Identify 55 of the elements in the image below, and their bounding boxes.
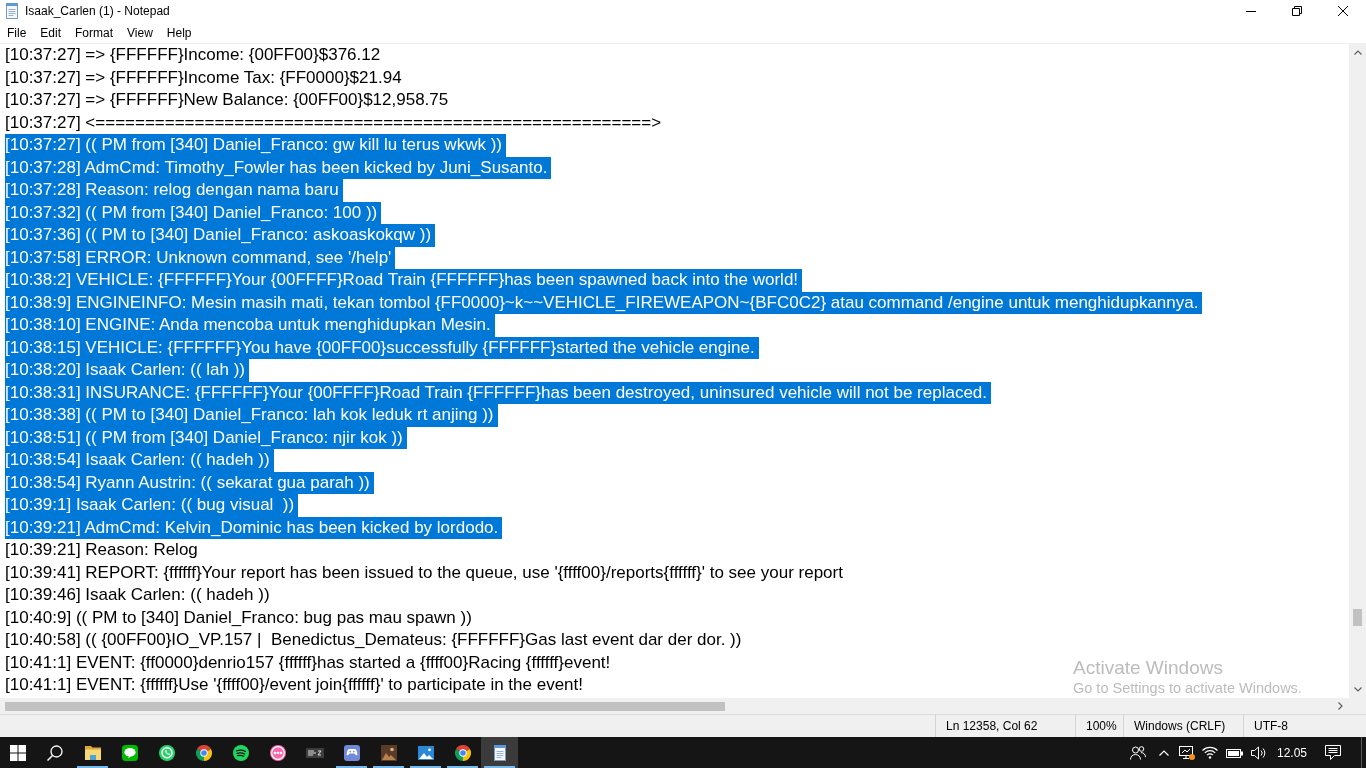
picture-icon bbox=[380, 744, 397, 761]
clock[interactable]: 12.05 bbox=[1277, 745, 1307, 760]
chat-bubble-icon bbox=[121, 744, 138, 761]
activation-title: Activate Windows bbox=[1073, 657, 1224, 679]
ring-icon bbox=[269, 744, 286, 761]
cursor-position: Ln 12358, Col 62 bbox=[946, 719, 1038, 733]
horizontal-scrollbar[interactable] bbox=[0, 698, 1349, 714]
taskbar-button[interactable] bbox=[481, 737, 518, 768]
log-line: [10:37:27] => {FFFFFF}New Balance: {00FF00}$12,958.75 bbox=[5, 89, 450, 111]
log-line: [10:37:27] => {FFFFFF}Income Tax: {FF0000}$21.94 bbox=[5, 66, 403, 89]
menu-item[interactable]: View bbox=[120, 23, 160, 42]
gamepad-icon bbox=[343, 744, 360, 761]
encoding: UTF-8 bbox=[1254, 719, 1288, 733]
log-line: [10:40:58] (( {00FF00}IO_VP.157 | Benedictus_Demateus: {FFFFFF}Gas last event dar der dor. )) bbox=[5, 629, 743, 651]
log-line: [10:41:1] EVENT: {ffffff}Use '{ffff00}/event join{ffffff}' to participate in the event! bbox=[5, 674, 585, 696]
log-line: [10:40:9] (( PM to [340] Daniel_Franco: bug pas mau spawn )) bbox=[5, 606, 473, 629]
windows-logo-icon bbox=[10, 744, 26, 761]
menu-item[interactable]: Edit bbox=[33, 23, 69, 42]
menu-item[interactable]: Help bbox=[159, 23, 199, 42]
sound-waves-icon bbox=[232, 744, 249, 761]
menu-item[interactable]: Format bbox=[68, 23, 121, 42]
browser-logo-icon bbox=[454, 744, 471, 761]
notepad-icon bbox=[4, 3, 20, 19]
speaker-icon[interactable] bbox=[1251, 745, 1267, 760]
window-title: Isaak_Carlen (1) - Notepad bbox=[25, 4, 170, 18]
log-line: [10:39:21] Reason: Relog bbox=[5, 539, 199, 561]
vertical-scrollbar[interactable] bbox=[1349, 44, 1366, 698]
line-ending: Windows (CRLF) bbox=[1134, 719, 1226, 733]
zoom-level: 100% bbox=[1086, 719, 1117, 733]
close-icon bbox=[1338, 6, 1348, 16]
notification-icon[interactable] bbox=[1325, 745, 1341, 760]
chevron-right-icon[interactable] bbox=[1338, 702, 1343, 710]
log-line: [10:39:41] REPORT: {ffffff}Your report has been issued to the queue, use '{ffff00}/reports{ffffff}' to see your report bbox=[5, 561, 844, 584]
chevron-down-icon[interactable] bbox=[1353, 687, 1362, 692]
scrollbar-thumb[interactable] bbox=[1353, 609, 1362, 626]
battery-icon[interactable] bbox=[1226, 747, 1244, 758]
wifi-icon[interactable] bbox=[1202, 746, 1218, 759]
landscape-icon bbox=[417, 745, 434, 760]
app-tile-icon bbox=[305, 747, 324, 758]
scrollbar-thumb[interactable] bbox=[5, 701, 725, 711]
restore-icon bbox=[1292, 6, 1302, 16]
phone-bubble-icon bbox=[158, 744, 175, 761]
monitor-icon[interactable] bbox=[1179, 745, 1195, 760]
browser-logo-icon bbox=[195, 744, 212, 761]
log-line: [10:39:46] Isaak Carlen: (( hadeh )) bbox=[5, 584, 271, 606]
search-icon bbox=[47, 744, 63, 761]
log-line: [10:37:27] => {FFFFFF}Income: {00FF00}$376.12 bbox=[5, 44, 382, 66]
notepad-icon bbox=[491, 744, 508, 761]
people-icon[interactable] bbox=[1130, 745, 1146, 760]
minimize-icon bbox=[1246, 10, 1256, 12]
log-line: [10:41:1] EVENT: {ff0000}denrio157 {ffffff}has started a {ffff00}Racing {ffffff}event! bbox=[5, 651, 612, 674]
menu-item[interactable]: File bbox=[0, 23, 34, 42]
log-line: [10:37:27] <========================================================> bbox=[5, 111, 663, 134]
folder-icon bbox=[84, 745, 101, 760]
activation-message: Go to Settings to activate Windows. bbox=[1073, 680, 1302, 697]
